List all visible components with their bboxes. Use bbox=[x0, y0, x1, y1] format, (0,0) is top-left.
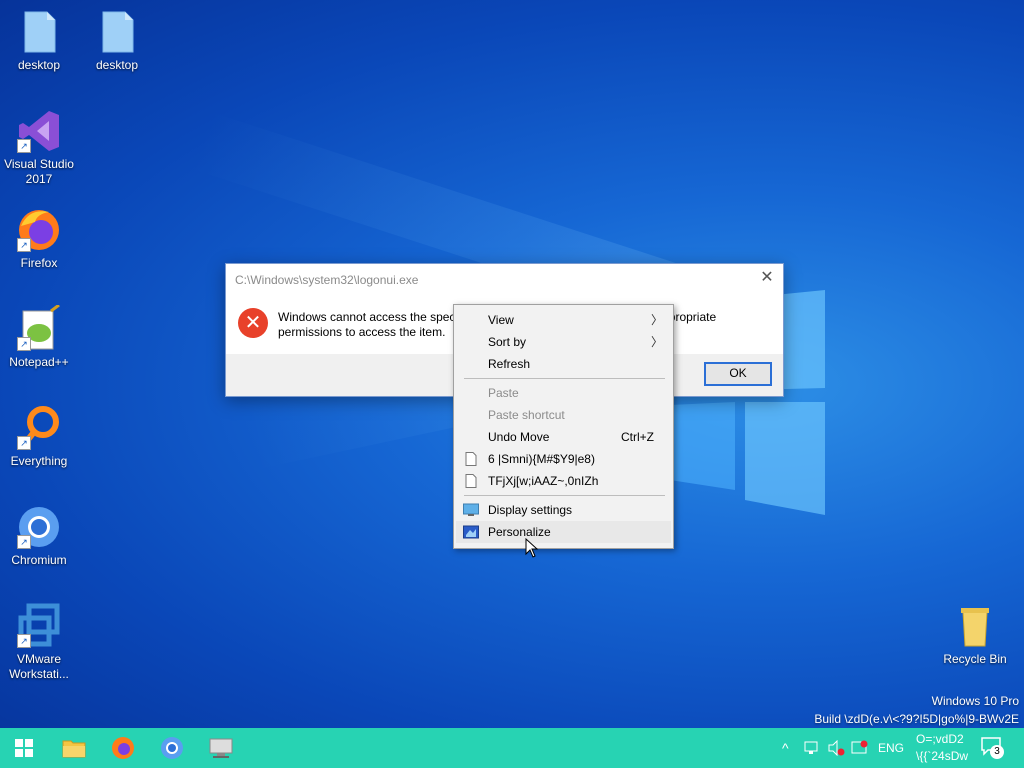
taskbar-firefox[interactable] bbox=[99, 728, 147, 768]
notepadpp-icon: ↗ bbox=[15, 303, 63, 353]
desktop-icon-recycle-bin[interactable]: Recycle Bin bbox=[936, 602, 1014, 667]
firefox-icon: ↗ bbox=[15, 206, 63, 254]
vmware-icon: ↗ bbox=[15, 602, 63, 650]
watermark-edition: Windows 10 Pro bbox=[931, 694, 1019, 708]
error-icon: ✕ bbox=[238, 308, 268, 338]
menu-item-label: Paste shortcut bbox=[488, 408, 565, 422]
menu-separator bbox=[464, 495, 665, 496]
monitor-app-icon bbox=[209, 738, 233, 758]
start-button[interactable] bbox=[0, 728, 48, 768]
desktop-context-menu: View 〉 Sort by 〉 Refresh Paste Paste sho… bbox=[453, 304, 674, 549]
ok-button[interactable]: OK bbox=[704, 362, 772, 386]
menu-item-label: Undo Move bbox=[488, 430, 550, 444]
visual-studio-icon: ↗ bbox=[15, 107, 63, 155]
recycle-bin-icon bbox=[951, 602, 999, 650]
menu-item-shortcut: Ctrl+Z bbox=[621, 430, 654, 444]
menu-item-paste-shortcut: Paste shortcut bbox=[456, 404, 671, 426]
taskbar: ^ ENG O=;vdD2 \{{`24sDw 3 bbox=[0, 728, 1024, 768]
menu-item-refresh[interactable]: Refresh bbox=[456, 353, 671, 375]
windows-start-icon bbox=[15, 739, 33, 757]
menu-item-label: 6 |Smni){M#$Y9|e8) bbox=[488, 452, 595, 466]
desktop-icon-file-2[interactable]: desktop bbox=[78, 8, 156, 73]
taskbar-app[interactable] bbox=[197, 728, 245, 768]
shortcut-arrow-icon: ↗ bbox=[17, 139, 31, 153]
network-icon[interactable] bbox=[804, 740, 820, 756]
action-center-icon[interactable] bbox=[851, 740, 869, 756]
menu-item-undo-move[interactable]: Undo Move Ctrl+Z bbox=[456, 426, 671, 448]
menu-item-display-settings[interactable]: Display settings bbox=[456, 499, 671, 521]
shortcut-arrow-icon: ↗ bbox=[17, 337, 31, 351]
notification-count-badge: 3 bbox=[990, 745, 1004, 759]
desktop-icon-label: Notepad++ bbox=[9, 355, 69, 369]
shortcut-arrow-icon: ↗ bbox=[17, 238, 31, 252]
document-icon bbox=[465, 452, 477, 466]
menu-separator bbox=[464, 378, 665, 379]
shortcut-arrow-icon: ↗ bbox=[17, 535, 31, 549]
desktop-icon-visual-studio[interactable]: ↗ Visual Studio 2017 bbox=[0, 107, 78, 187]
desktop-icon-label: VMware Workstati... bbox=[9, 652, 69, 681]
document-icon bbox=[465, 474, 477, 488]
shortcut-arrow-icon: ↗ bbox=[17, 436, 31, 450]
language-indicator[interactable]: ENG bbox=[878, 741, 904, 755]
file-icon bbox=[15, 8, 63, 56]
close-icon[interactable]: ✕ bbox=[757, 268, 777, 288]
chromium-icon bbox=[161, 737, 183, 759]
desktop-icon-label: Chromium bbox=[11, 553, 67, 567]
desktop-icon-label: Firefox bbox=[20, 256, 58, 270]
desktop-icon-label: Visual Studio 2017 bbox=[4, 157, 74, 186]
menu-item-view[interactable]: View 〉 bbox=[456, 309, 671, 331]
menu-item-sort-by[interactable]: Sort by 〉 bbox=[456, 331, 671, 353]
menu-item-label: View bbox=[488, 313, 514, 327]
folder-icon bbox=[62, 740, 86, 758]
menu-item-label: Sort by bbox=[488, 335, 527, 349]
menu-item-new-file-2[interactable]: TFjXj[w;iAAZ~,0nIZh bbox=[456, 470, 671, 492]
volume-muted-icon[interactable] bbox=[827, 740, 845, 756]
firefox-icon bbox=[112, 737, 134, 759]
desktop-icon-label: Recycle Bin bbox=[943, 652, 1007, 666]
desktop-icon-chromium[interactable]: ↗ Chromium bbox=[0, 503, 78, 568]
menu-item-label: TFjXj[w;iAAZ~,0nIZh bbox=[488, 474, 599, 488]
dialog-message-line2: permissions to access the item. bbox=[278, 325, 446, 339]
desktop-icon-file-1[interactable]: desktop bbox=[0, 8, 78, 73]
dialog-message-part1: Windows cannot access the spec bbox=[278, 310, 456, 324]
chevron-right-icon: 〉 bbox=[650, 313, 663, 327]
desktop-icon-label: desktop bbox=[95, 58, 139, 72]
clock-time[interactable]: O=;vdD2 bbox=[916, 732, 964, 746]
desktop-icon-everything[interactable]: ↗ Everything bbox=[0, 404, 78, 469]
personalize-icon bbox=[463, 525, 479, 539]
mouse-cursor-icon bbox=[525, 538, 539, 558]
menu-item-paste: Paste bbox=[456, 382, 671, 404]
menu-item-personalize[interactable]: Personalize bbox=[456, 521, 671, 543]
desktop-icon-label: desktop bbox=[17, 58, 61, 72]
watermark-build: Build \zdD(e.v\<?9?I5D|go%|9-BWv2E bbox=[814, 712, 1019, 726]
clock-date[interactable]: \{{`24sDw bbox=[916, 749, 968, 763]
dialog-title: C:\Windows\system32\logonui.exe bbox=[235, 273, 419, 287]
menu-item-label: Paste bbox=[488, 386, 519, 400]
desktop-icon-label: Everything bbox=[10, 454, 68, 468]
desktop-icon-firefox[interactable]: ↗ Firefox bbox=[0, 206, 78, 271]
chevron-up-icon[interactable]: ^ bbox=[782, 740, 789, 756]
menu-item-label: Display settings bbox=[488, 503, 573, 517]
taskbar-file-explorer[interactable] bbox=[50, 728, 98, 768]
everything-icon: ↗ bbox=[15, 404, 63, 452]
chevron-right-icon: 〉 bbox=[650, 335, 663, 349]
desktop-icon-vmware[interactable]: ↗ VMware Workstati... bbox=[0, 602, 78, 682]
menu-item-new-file-1[interactable]: 6 |Smni){M#$Y9|e8) bbox=[456, 448, 671, 470]
desktop-icon-notepadpp[interactable]: ↗ Notepad++ bbox=[0, 303, 78, 370]
taskbar-chromium[interactable] bbox=[148, 728, 196, 768]
shortcut-arrow-icon: ↗ bbox=[17, 634, 31, 648]
file-icon bbox=[93, 8, 141, 56]
menu-item-label: Refresh bbox=[488, 357, 531, 371]
display-icon bbox=[463, 503, 479, 516]
menu-item-label: Personalize bbox=[488, 525, 551, 539]
chromium-icon: ↗ bbox=[15, 503, 63, 551]
notifications-button[interactable]: 3 bbox=[980, 736, 1004, 760]
